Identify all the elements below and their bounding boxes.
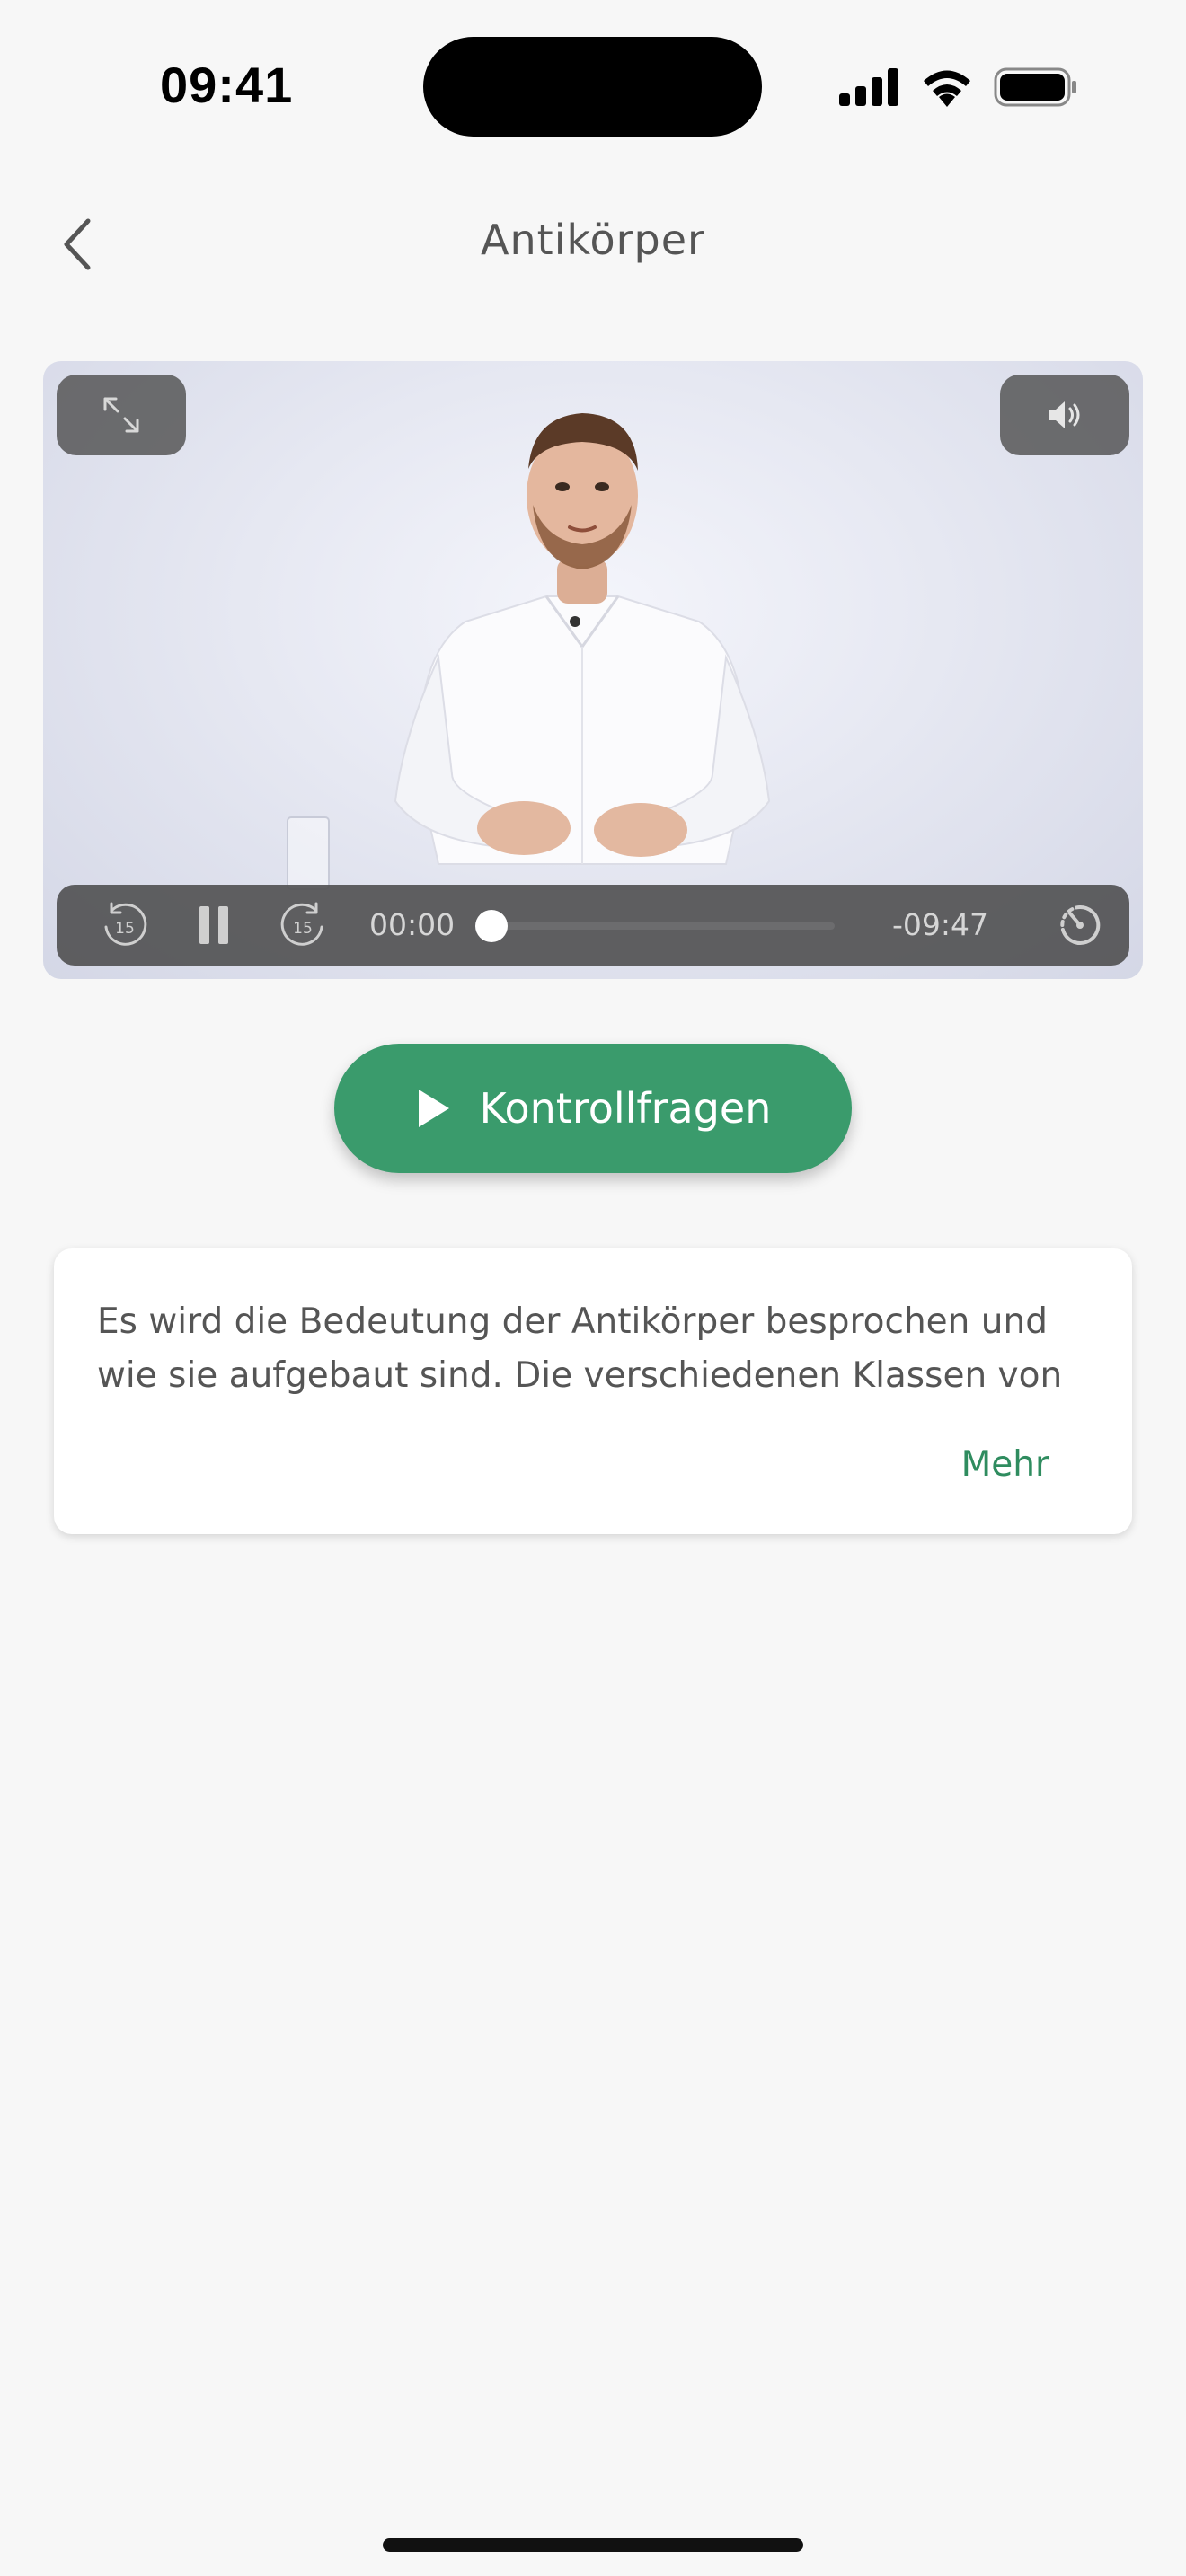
status-time: 09:41 — [160, 57, 294, 113]
kontrollfragen-button[interactable]: Kontrollfragen — [334, 1044, 852, 1173]
home-indicator[interactable] — [383, 2538, 803, 2552]
playback-speed-icon — [1060, 904, 1101, 945]
playback-speed-button[interactable] — [1049, 885, 1111, 966]
cellular-signal-icon — [839, 68, 898, 106]
rewind-15-button[interactable]: 15 — [93, 885, 155, 966]
video-player[interactable]: 15 15 00:00 -09:47 — [43, 361, 1143, 979]
playback-controls: 15 15 00:00 -09:47 — [57, 885, 1129, 966]
page-title: Antikörper — [481, 216, 705, 264]
pause-button[interactable] — [182, 885, 245, 966]
pause-icon — [199, 906, 228, 944]
remaining-time: -09:47 — [892, 907, 989, 942]
status-bar: 09:41 — [0, 0, 1186, 171]
expand-icon — [103, 397, 139, 433]
play-icon — [418, 1090, 449, 1127]
progress-track[interactable] — [486, 922, 835, 930]
speaker-icon — [1049, 401, 1080, 428]
description-card: Es wird die Bedeutung der Antikörper bes… — [54, 1248, 1132, 1534]
description-text: Es wird die Bedeutung der Antikörper bes… — [97, 1301, 1063, 1396]
more-link[interactable]: Mehr — [961, 1444, 1049, 1485]
wifi-icon — [924, 70, 970, 107]
status-icons — [839, 65, 1078, 110]
battery-icon — [994, 67, 1076, 107]
rewind-15-label: 15 — [115, 920, 135, 938]
fullscreen-button[interactable] — [57, 375, 186, 455]
elapsed-time: 00:00 — [369, 907, 456, 942]
volume-button[interactable] — [1000, 375, 1129, 455]
forward-15-icon: 15 — [280, 902, 323, 946]
progress-thumb[interactable] — [475, 910, 508, 942]
forward-15-label: 15 — [293, 920, 313, 938]
forward-15-button[interactable]: 15 — [272, 885, 335, 966]
rewind-15-icon: 15 — [104, 902, 147, 946]
kontrollfragen-label: Kontrollfragen — [479, 1084, 772, 1133]
dynamic-island — [423, 37, 762, 137]
